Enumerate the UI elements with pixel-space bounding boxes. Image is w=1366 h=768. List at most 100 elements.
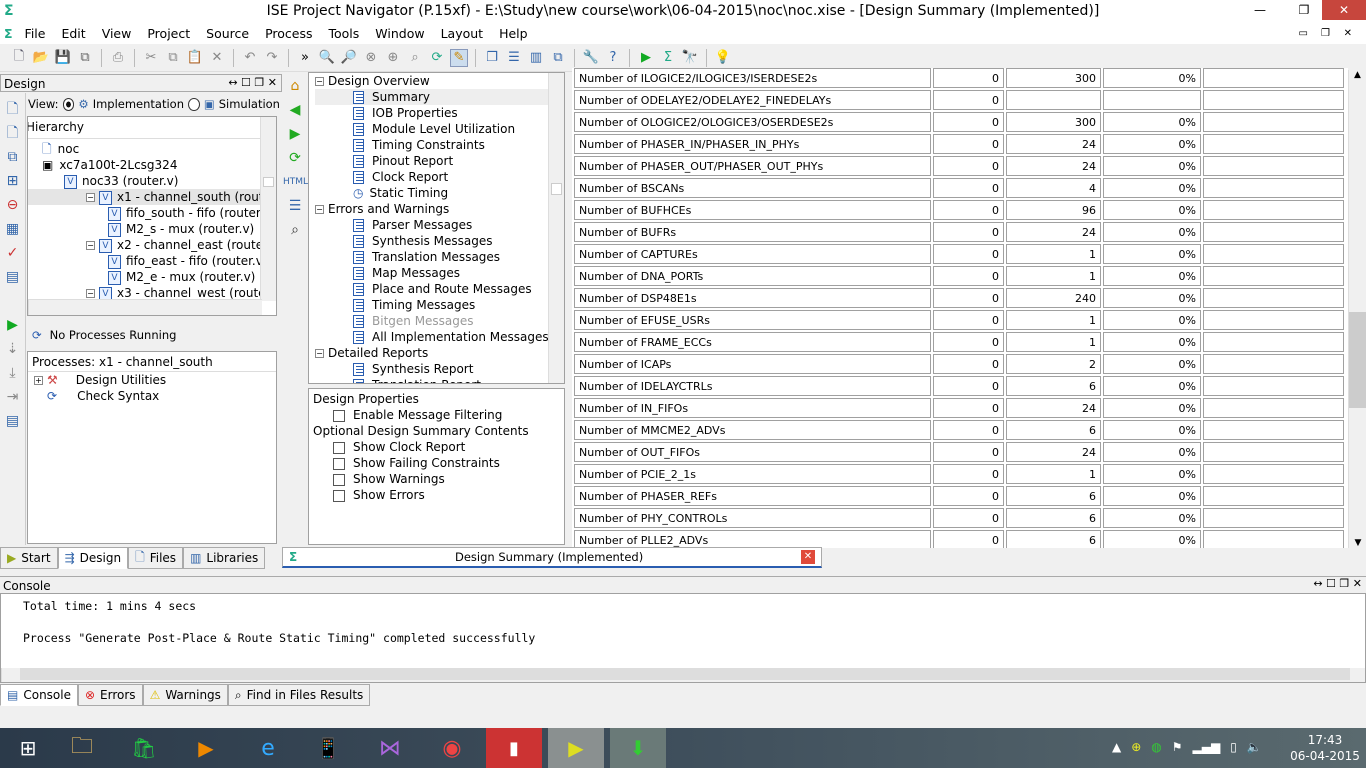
overflow-icon[interactable]: » bbox=[296, 49, 314, 67]
nav-item[interactable]: Place and Route Messages bbox=[315, 281, 564, 297]
taskbar-visual-studio-icon[interactable]: ⋈ bbox=[362, 728, 418, 768]
optional-content-option[interactable]: Show Errors bbox=[313, 487, 560, 503]
menu-project[interactable]: Project bbox=[139, 26, 198, 41]
hierarchy-item[interactable]: V M2_e - mux (router.v) bbox=[28, 269, 276, 285]
nav-item[interactable]: Map Messages bbox=[315, 265, 564, 281]
menu-view[interactable]: View bbox=[94, 26, 140, 41]
table-icon[interactable]: ▤ bbox=[0, 265, 25, 289]
tray-volume-icon[interactable]: 🔈 bbox=[1247, 740, 1262, 754]
delete-icon[interactable]: ✕ bbox=[208, 49, 226, 67]
hierarchy-item[interactable]: Vfifo_south - fifo (router.v) bbox=[28, 205, 276, 221]
tray-plus-icon[interactable]: ⊕ bbox=[1131, 740, 1141, 754]
collapse-icon[interactable]: − bbox=[315, 205, 324, 214]
properties-icon[interactable]: ▤ bbox=[0, 409, 25, 433]
zoom-full-icon[interactable]: ⊕ bbox=[384, 49, 402, 67]
menu-window[interactable]: Window bbox=[367, 26, 432, 41]
menu-help[interactable]: Help bbox=[491, 26, 536, 41]
taskbar-media-player-icon[interactable]: ▶ bbox=[178, 728, 234, 768]
nav-group[interactable]: − Detailed Reports bbox=[315, 345, 564, 361]
menu-process[interactable]: Process bbox=[257, 26, 320, 41]
telescope-icon[interactable]: 🔭 bbox=[681, 49, 699, 67]
summary-vscrollbar[interactable]: ▲ ▼ bbox=[1348, 70, 1366, 548]
nav-item[interactable]: Module Level Utilization bbox=[315, 121, 564, 137]
console-panel-controls[interactable]: ↔ ☐ ❐ ✕ bbox=[1313, 577, 1362, 590]
chip-icon[interactable]: ▦ bbox=[0, 217, 25, 241]
tab-start[interactable]: ▶ Start bbox=[0, 547, 58, 569]
nav-item[interactable]: Summary bbox=[315, 89, 564, 105]
optional-content-option[interactable]: Show Warnings bbox=[313, 471, 560, 487]
nav-item[interactable]: Translation Messages bbox=[315, 249, 564, 265]
hierarchy-item[interactable]: − Vx1 - channel_south (router.v) bbox=[28, 189, 276, 205]
zoom-select-icon[interactable]: ⌕ bbox=[406, 49, 424, 67]
taskbar-office-icon[interactable]: ▮ bbox=[486, 728, 542, 768]
enable-filtering-checkbox[interactable] bbox=[333, 409, 345, 422]
console-output[interactable]: Total time: 1 mins 4 secs Process "Gener… bbox=[0, 593, 1366, 683]
float-icon[interactable]: ⧉ bbox=[549, 49, 567, 67]
hierarchy-item[interactable]: Vfifo_east - fifo (router.v) bbox=[28, 253, 276, 269]
implementation-radio[interactable] bbox=[62, 97, 75, 111]
menu-file[interactable]: File bbox=[17, 26, 54, 41]
nav-item[interactable]: Bitgen Messages bbox=[315, 313, 564, 329]
minimize-button[interactable]: — bbox=[1246, 0, 1274, 20]
nav-item[interactable]: Clock Report bbox=[315, 169, 564, 185]
hierarchy-item[interactable]: ▣ xc7a100t-2Lcsg324 bbox=[28, 157, 276, 173]
menu-source[interactable]: Source bbox=[198, 26, 257, 41]
stop-icon[interactable]: ⇥ bbox=[0, 385, 25, 409]
collapse-icon[interactable]: − bbox=[86, 193, 95, 202]
optional-content-option[interactable]: Show Clock Report bbox=[313, 439, 560, 455]
nav-item[interactable]: Parser Messages bbox=[315, 217, 564, 233]
nav-item[interactable]: Pinout Report bbox=[315, 153, 564, 169]
tab-console[interactable]: ▤ Console bbox=[0, 684, 78, 706]
core-icon[interactable]: ⊞ bbox=[0, 169, 25, 193]
option-checkbox[interactable] bbox=[333, 457, 345, 470]
tile-horizontal-icon[interactable]: ☰ bbox=[505, 49, 523, 67]
zoom-in-icon[interactable]: 🔍 bbox=[318, 49, 336, 67]
tile-vertical-icon[interactable]: ▥ bbox=[527, 49, 545, 67]
find-icon[interactable]: ⌕ bbox=[283, 218, 307, 242]
console-hscrollbar[interactable] bbox=[1, 668, 1365, 682]
close-tab-icon[interactable]: ✕ bbox=[801, 550, 815, 564]
menu-edit[interactable]: Edit bbox=[53, 26, 93, 41]
simulation-label[interactable]: Simulation bbox=[219, 97, 280, 111]
sigma-icon[interactable]: Σ bbox=[659, 49, 677, 67]
save-icon[interactable]: 💾 bbox=[54, 49, 72, 67]
refresh-icon[interactable]: ⟳ bbox=[428, 49, 446, 67]
enable-filtering-option[interactable]: Enable Message Filtering bbox=[313, 407, 560, 423]
taskbar-internet-explorer-icon[interactable]: e bbox=[240, 728, 296, 768]
back-icon[interactable]: ◀ bbox=[283, 98, 307, 122]
home-icon[interactable]: ⌂ bbox=[283, 74, 307, 98]
nav-item[interactable]: Synthesis Report bbox=[315, 361, 564, 377]
doc-restore-button[interactable]: ❐ bbox=[1313, 28, 1338, 39]
add-source-icon[interactable]: 🗋 bbox=[0, 121, 25, 145]
remove-source-icon[interactable]: ⊖ bbox=[0, 193, 25, 217]
option-checkbox[interactable] bbox=[333, 473, 345, 486]
implementation-label[interactable]: Implementation bbox=[93, 97, 184, 111]
nav-item[interactable]: Translation Report bbox=[315, 377, 564, 383]
tray-signal-icon[interactable]: ▂▄▆ bbox=[1193, 740, 1221, 754]
taskbar-download-manager-icon[interactable]: ⬇ bbox=[610, 728, 666, 768]
refresh-icon[interactable]: ⟳ bbox=[283, 146, 307, 170]
rerun-icon[interactable]: ⇣ bbox=[0, 337, 25, 361]
lightbulb-icon[interactable]: 💡 bbox=[714, 49, 732, 67]
nav-group[interactable]: − Errors and Warnings bbox=[315, 201, 564, 217]
process-check-syntax[interactable]: ⟳ Check Syntax bbox=[34, 388, 276, 404]
taskbar-chrome-icon[interactable]: ◉ bbox=[424, 728, 480, 768]
nav-item[interactable]: ◷ Static Timing bbox=[315, 185, 564, 201]
hierarchy-item[interactable]: 🗋 noc bbox=[28, 141, 276, 157]
hierarchy-vscrollbar[interactable] bbox=[260, 117, 276, 301]
doc-close-button[interactable]: ✕ bbox=[1336, 28, 1360, 39]
new-icon[interactable]: 🗋 bbox=[10, 49, 28, 67]
brush-icon[interactable]: ✎ bbox=[450, 48, 468, 67]
zoom-fit-icon[interactable]: ⊗ bbox=[362, 49, 380, 67]
tab-warnings[interactable]: ⚠ Warnings bbox=[142, 684, 228, 706]
run-icon[interactable]: ▶ bbox=[637, 49, 655, 67]
zoom-out-icon[interactable]: 🔎 bbox=[340, 49, 358, 67]
menu-layout[interactable]: Layout bbox=[433, 26, 492, 41]
tab-files[interactable]: 🗋 Files bbox=[128, 547, 184, 569]
tray-flag-icon[interactable]: ⚑ bbox=[1172, 740, 1183, 754]
document-tab[interactable]: Σ Design Summary (Implemented) ✕ bbox=[282, 547, 822, 568]
panel-controls[interactable]: ↔ ☐ ❐ ✕ bbox=[228, 76, 277, 89]
close-button[interactable]: ✕ bbox=[1322, 0, 1366, 20]
tab-libraries[interactable]: ▥ Libraries bbox=[183, 547, 266, 569]
taskbar-file-explorer-icon[interactable]: 🗀 bbox=[54, 728, 110, 768]
